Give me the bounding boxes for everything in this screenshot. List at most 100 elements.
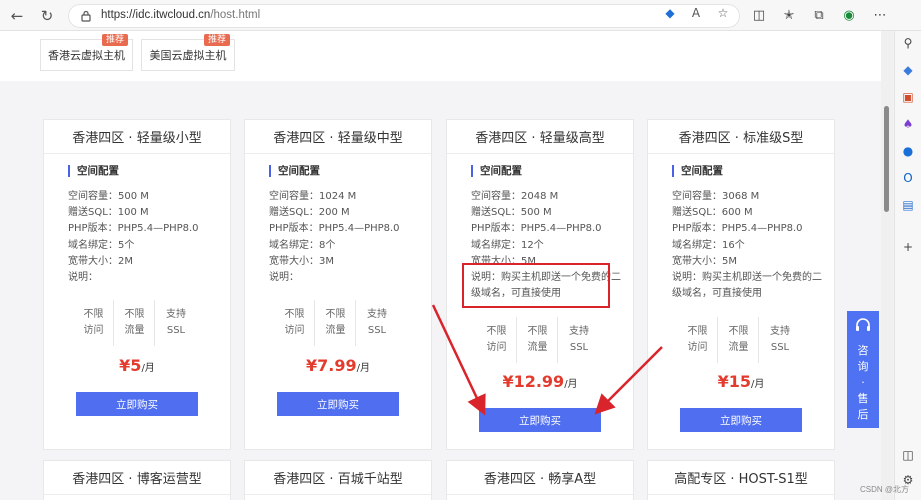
address-bar[interactable]: https://idc.itwcloud.cn/host.html [68,4,740,28]
games-icon[interactable]: ♠ [900,116,916,132]
extension-icon[interactable]: ◉ [840,6,858,24]
spec-line: PHP版本：PHP5.4—PHP8.0 [68,223,199,235]
spec-line: 赠送SQL：200 M [269,207,350,219]
sidebar-layout-icon[interactable]: ◫ [900,447,916,463]
plan-note: 说明： [68,272,98,283]
section-label: 空间配置 [269,165,320,177]
spec-line: 宽带大小：5M [672,255,737,267]
plan-title: 香港四区 · 轻量级中型 [245,120,431,154]
split-screen-icon[interactable]: ◫ [750,6,768,24]
plan-card: 香港四区 · 轻量级小型 空间配置 空间容量：500 M 赠送SQL：100 M… [43,119,231,450]
section-label: 空间配置 [68,165,119,177]
toolbox-icon[interactable]: ▣ [900,89,916,105]
spec-line: 空间容量：500 M [68,191,149,202]
spec-line: PHP版本：PHP5.4—PHP8.0 [471,223,602,235]
feature-unlimited-access: 不限 访问 [275,300,315,346]
spec-line: 宽带大小：3M [269,255,334,267]
lock-icon [81,10,91,22]
plan-title: 香港四区 · 博客运营型 [44,461,230,495]
plan-title: 香港四区 · 轻量级小型 [44,120,230,154]
feature-unlimited-traffic: 不限 流量 [518,317,558,363]
plan-card: 香港四区 · 百城千站型 [244,460,432,500]
plan-specs: 空间容量：2048 M 赠送SQL：500 M PHP版本：PHP5.4—PHP… [471,189,602,270]
recommend-badge: 推荐 [203,34,230,46]
feature-ssl: 支持 SSL [770,326,790,353]
plan-card: 香港四区 · 博客运营型 [43,460,231,500]
favorites-icon[interactable]: ✭ [780,6,798,24]
plan-title: 香港四区 · 百城千站型 [245,461,431,495]
back-arrow-icon[interactable]: ← [6,5,28,27]
feature-unlimited-access: 不限 访问 [477,317,517,363]
spec-line: 空间容量：3068 M [672,191,760,202]
outlook-icon[interactable]: O [900,170,916,186]
consult-label: 咨 询 · 售 后 [857,344,869,421]
watermark: CSDN @北方 [860,485,910,494]
buy-now-button[interactable]: 立即购买 [76,392,198,416]
headset-icon [856,318,870,331]
plan-price: ¥15/月 [717,372,765,391]
address-url: https://idc.itwcloud.cn/host.html [101,9,261,21]
tools-icon[interactable]: ▤ [900,197,916,213]
consult-aftersales-button[interactable]: 咨 询 · 售 后 [847,311,879,428]
spec-line: 域名绑定：5个 [68,239,135,251]
recommend-badge: 推荐 [101,34,128,46]
more-menu-icon[interactable]: ⋯ [871,6,889,24]
feature-unlimited-traffic: 不限 流量 [316,300,356,346]
section-label: 空间配置 [672,165,723,177]
spec-line: 空间容量：1024 M [269,191,357,202]
spec-line: 域名绑定：8个 [269,239,336,251]
feature-ssl: 支持 SSL [569,326,589,353]
region-tab-usa[interactable]: 美国云虚拟主机 推荐 [141,34,235,71]
plan-specs: 空间容量：500 M 赠送SQL：100 M PHP版本：PHP5.4—PHP8… [68,189,199,270]
browser-toolbar: ← ↻ https://idc.itwcloud.cn/host.html ◆ … [0,0,921,31]
tag-blue-icon[interactable]: ◆ [900,62,916,78]
region-tab-label: 香港云虚拟主机 [48,49,125,62]
buy-now-button[interactable]: 立即购买 [277,392,399,416]
favorite-star-icon[interactable]: ☆ [716,6,730,20]
plan-specs: 空间容量：3068 M 赠送SQL：600 M PHP版本：PHP5.4—PHP… [672,189,803,270]
spec-line: 赠送SQL：500 M [471,207,552,219]
plan-card: 高配专区 · HOST-S1型 [647,460,835,500]
feature-unlimited-access: 不限 访问 [74,300,114,346]
collections-icon[interactable]: ⧉ [810,6,828,24]
spec-line: PHP版本：PHP5.4—PHP8.0 [269,223,400,235]
buy-now-button[interactable]: 立即购买 [479,408,601,432]
add-icon[interactable]: + [900,239,916,255]
spec-line: 赠送SQL：100 M [68,207,149,219]
spec-line: PHP版本：PHP5.4—PHP8.0 [672,223,803,235]
plan-card: 香港四区 · 畅享A型 [446,460,634,500]
plan-price: ¥7.99/月 [306,356,370,375]
plan-card: 香港四区 · 标准级S型 空间配置 空间容量：3068 M 赠送SQL：600 … [647,119,835,450]
spec-line: 赠送SQL：600 M [672,207,753,219]
feature-unlimited-traffic: 不限 流量 [719,317,759,363]
highlight-box [462,263,610,308]
scrollbar[interactable] [881,31,893,500]
plan-specs: 空间容量：1024 M 赠送SQL：200 M PHP版本：PHP5.4—PHP… [269,189,400,270]
plan-title: 香港四区 · 标准级S型 [648,120,834,154]
region-tab-hongkong[interactable]: 香港云虚拟主机 推荐 [40,34,133,71]
feature-unlimited-access: 不限 访问 [678,317,718,363]
spec-line: 域名绑定：16个 [672,239,745,251]
spec-line: 域名绑定：12个 [471,239,544,251]
scrollbar-thumb[interactable] [884,106,889,212]
plan-price: ¥12.99/月 [502,372,578,391]
search-icon[interactable]: ⚲ [900,35,916,51]
spec-line: 宽带大小：2M [68,255,133,267]
page-content: 香港云虚拟主机 推荐 美国云虚拟主机 推荐 香港四区 · 轻量级小型 空间配置 … [0,31,881,500]
region-tab-label: 美国云虚拟主机 [149,49,227,62]
browser-sidebar: ⚲ ◆ ▣ ♠ ● O ▤ + ◫ ⚙ [894,31,921,500]
tag-icon[interactable]: ◆ [663,6,677,20]
spec-line: 空间容量：2048 M [471,191,559,202]
plan-note: 说明：购买主机即送一个免费的二级域名，可直接使用 [672,272,822,300]
copilot-icon[interactable]: ● [900,143,916,159]
plan-title: 香港四区 · 畅享A型 [447,461,633,495]
feature-ssl: 支持 SSL [367,309,387,336]
feature-unlimited-traffic: 不限 流量 [115,300,155,346]
read-aloud-icon[interactable]: A [689,6,703,20]
plan-price: ¥5/月 [119,356,155,375]
plan-note: 说明： [269,272,299,283]
refresh-icon[interactable]: ↻ [36,5,58,27]
plan-title: 香港四区 · 轻量级高型 [447,120,633,154]
plan-title: 高配专区 · HOST-S1型 [648,461,834,495]
buy-now-button[interactable]: 立即购买 [680,408,802,432]
